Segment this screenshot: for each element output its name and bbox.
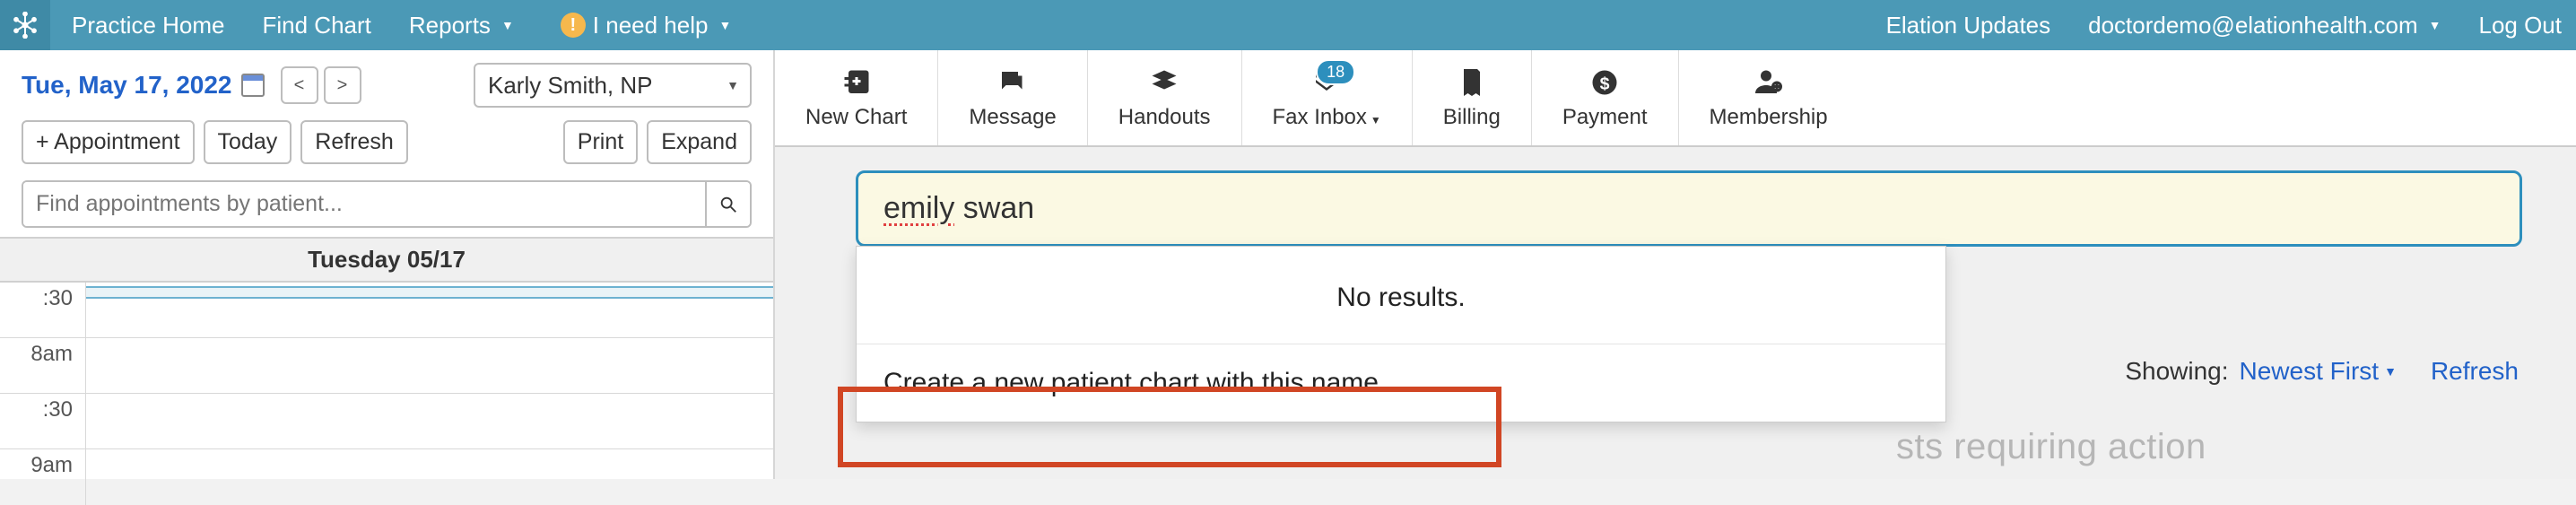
search-term-misspelled: emily [883,191,954,225]
caret-down-icon: ▼ [501,18,514,32]
print-button[interactable]: Print [563,120,638,164]
billing-icon [1456,65,1488,100]
chevron-down-icon: ▼ [727,78,739,92]
brand-logo[interactable] [0,0,50,50]
search-dropdown: No results. Create a new patient chart w… [856,246,1946,422]
fax-inbox-button[interactable]: 18 Fax Inbox▼ [1242,50,1413,145]
expand-button[interactable]: Expand [647,120,752,164]
time-label: :30 [0,394,86,448]
nav-find-chart[interactable]: Find Chart [263,12,371,39]
current-date[interactable]: Tue, May 17, 2022 [22,71,265,100]
add-appointment-button[interactable]: + Appointment [22,120,195,164]
showing-label: Showing: [2125,357,2228,386]
day-header: Tuesday 05/17 [0,237,773,283]
membership-button[interactable]: Membership [1679,50,1858,145]
nav-reports-label: Reports [409,12,491,39]
caret-down-icon: ▼ [2429,18,2441,32]
alert-icon: ! [561,13,586,38]
toolbar-label: Handouts [1118,105,1211,130]
nav-user-menu[interactable]: doctordemo@elationhealth.com ▼ [2088,12,2441,39]
provider-selected-label: Karly Smith, NP [488,72,653,100]
time-label: :30 [0,283,86,337]
payment-icon: $ [1588,65,1621,100]
toolbar-label: Message [969,105,1056,130]
create-new-chart-option[interactable]: Create a new patient chart with this nam… [857,344,1945,422]
fax-badge: 18 [1316,59,1355,85]
time-label: 9am [0,449,86,505]
time-slot[interactable] [86,283,773,337]
nav-help-label: I need help [593,12,709,39]
toolbar-label: New Chart [805,105,907,130]
handouts-icon [1148,65,1180,100]
toolbar-label: Payment [1562,105,1648,130]
sort-dropdown[interactable]: Newest First ▼ [2240,357,2397,386]
svg-text:$: $ [1600,74,1610,94]
top-nav: Practice Home Find Chart Reports ▼ ! I n… [0,0,2576,50]
new-chart-icon [840,65,873,100]
provider-select[interactable]: Karly Smith, NP ▼ [474,63,752,108]
billing-button[interactable]: Billing [1413,50,1532,145]
current-date-label: Tue, May 17, 2022 [22,71,232,100]
nav-logout[interactable]: Log Out [2478,12,2562,39]
main-panel: New Chart Message Handouts 18 Fax Inbox▼… [775,50,2576,479]
prev-day-button[interactable]: < [281,66,318,104]
no-results-label: No results. [857,247,1945,344]
caret-down-icon: ▼ [2384,364,2397,379]
today-button[interactable]: Today [204,120,292,164]
nav-help[interactable]: ! I need help ▼ [552,12,732,39]
nav-reports[interactable]: Reports ▼ [409,12,514,39]
message-icon [996,65,1029,100]
refresh-schedule-button[interactable]: Refresh [300,120,408,164]
refresh-list-link[interactable]: Refresh [2431,357,2519,386]
find-appointments-search-button[interactable] [705,182,750,226]
payment-button[interactable]: $ Payment [1532,50,1679,145]
time-slot[interactable] [86,338,773,393]
nav-user-email: doctordemo@elationhealth.com [2088,12,2418,39]
message-button[interactable]: Message [938,50,1087,145]
main-toolbar: New Chart Message Handouts 18 Fax Inbox▼… [775,50,2576,147]
new-chart-button[interactable]: New Chart [775,50,938,145]
toolbar-label: Billing [1443,105,1501,130]
section-heading-fragment: sts requiring action [1896,427,2206,467]
search-term-rest: swan [954,191,1034,225]
handouts-button[interactable]: Handouts [1088,50,1242,145]
elation-logo-icon [12,12,39,39]
calendar-icon[interactable] [241,74,265,97]
toolbar-label: Fax Inbox▼ [1273,105,1381,130]
schedule-sidebar: Tue, May 17, 2022 < > Karly Smith, NP ▼ … [0,50,775,479]
search-icon [718,195,738,214]
time-slot[interactable] [86,394,773,448]
membership-icon [1753,65,1785,100]
nav-practice-home[interactable]: Practice Home [72,12,225,39]
time-slot[interactable] [86,449,773,505]
caret-down-icon: ▼ [1371,114,1381,126]
patient-search-input[interactable]: emily swan [856,170,2522,247]
find-appointments-input[interactable] [23,182,705,226]
caret-down-icon: ▼ [718,18,731,32]
time-grid: :30 8am :30 9am [0,283,773,505]
nav-updates[interactable]: Elation Updates [1886,12,2051,39]
time-label: 8am [0,338,86,393]
list-controls: Showing: Newest First ▼ Refresh [2125,357,2519,386]
toolbar-label: Membership [1710,105,1828,130]
next-day-button[interactable]: > [324,66,361,104]
